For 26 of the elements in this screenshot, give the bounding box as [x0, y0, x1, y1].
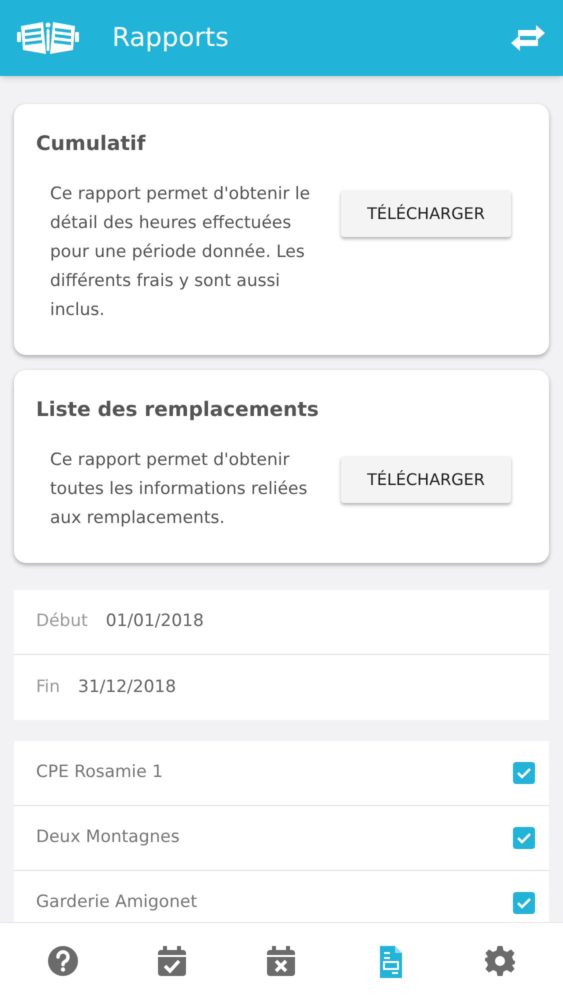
settings-icon[interactable]	[484, 946, 516, 978]
place-name: Deux Montagnes	[36, 826, 181, 850]
card-title: Liste des remplacements	[36, 396, 320, 423]
date-label: Fin	[36, 676, 60, 699]
help-icon[interactable]	[46, 946, 79, 978]
date-value[interactable]: 31/12/2018	[78, 674, 176, 700]
card-description: Ce rapport permet d'obtenir le détail des heures effectuées pour une période donnée. Les différents frais y sont aussi inclus.	[50, 183, 312, 322]
place-name: CPE Rosamie 1	[36, 761, 164, 784]
calendar-cross-icon[interactable]	[265, 946, 298, 978]
calendar-check-icon[interactable]	[156, 946, 188, 978]
swap-arrows-icon[interactable]	[510, 24, 546, 52]
date-value[interactable]: 01/01/2018	[106, 609, 204, 635]
page-title: Rapports	[112, 22, 230, 54]
open-book-icon	[17, 20, 79, 56]
download-button[interactable]: TÉLÉCHARGER	[341, 456, 511, 503]
card-description: Ce rapport permet d'obtenir toutes les informations reliées aux remplacements.	[50, 449, 308, 530]
check-icon	[517, 767, 531, 779]
check-icon	[517, 897, 531, 909]
check-icon	[517, 832, 531, 844]
date-label: Début	[36, 610, 88, 634]
checkbox[interactable]	[513, 892, 535, 914]
checkbox[interactable]	[513, 827, 535, 849]
checkbox[interactable]	[513, 762, 535, 784]
card-title: Cumulatif	[36, 130, 147, 157]
place-name: Garderie Amigonet	[36, 891, 198, 914]
download-button[interactable]: TÉLÉCHARGER	[341, 190, 511, 237]
